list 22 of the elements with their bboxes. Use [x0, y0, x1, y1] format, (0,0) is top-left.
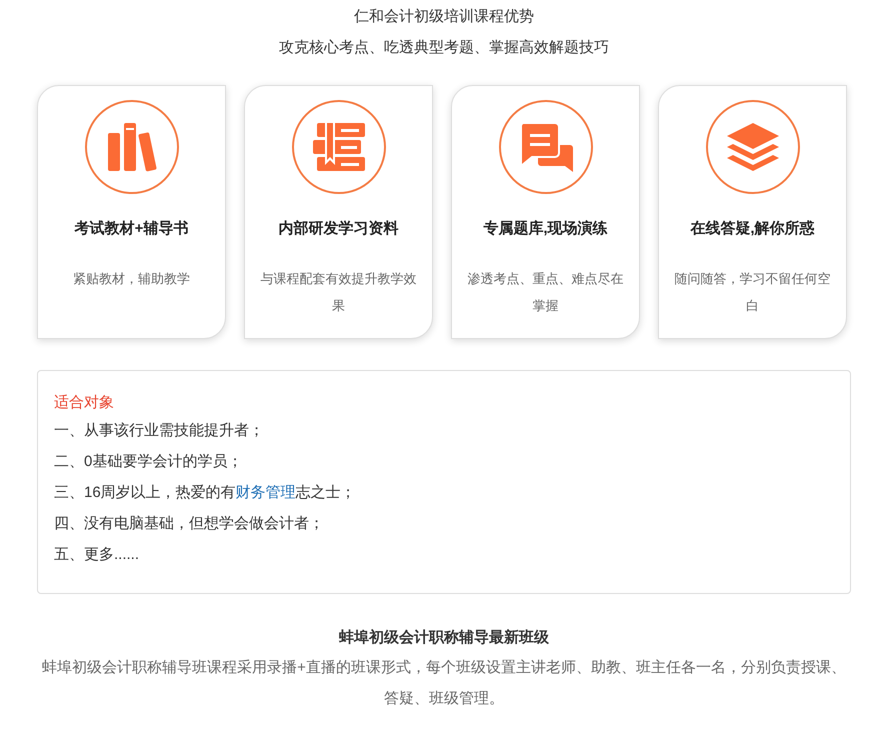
bookmarked-book-icon [310, 121, 366, 173]
card-description: 随问随答，学习不留任何空白 [674, 270, 832, 314]
card-title: 在线答疑,解你所惑 [690, 219, 815, 239]
audience-item: 四、没有电脑基础，但想学会做会计者； [54, 514, 325, 534]
section-title: 仁和会计初级培训课程优势 [354, 7, 534, 27]
books-icon [106, 121, 158, 173]
audience-item: 五、更多...... [54, 545, 140, 565]
classes-description: 蚌埠初级会计职称辅导班课程采用录播+直播的班课形式，每个班级设置主讲老师、助教、班主任各一名，分别负责授课、答疑、班级管理。 [41, 658, 847, 708]
finance-link[interactable]: 财务管理 [236, 484, 296, 501]
audience-item: 一、从事该行业需技能提升者； [54, 421, 265, 441]
card-title: 考试教材+辅导书 [74, 219, 188, 239]
layers-icon [724, 121, 780, 173]
card-description: 紧贴教材，辅助教学 [72, 270, 191, 288]
section-subtitle: 攻克核心考点、吃透典型考题、掌握高效解题技巧 [279, 38, 609, 58]
audience-item: 三、16周岁以上，热爱的有财务管理志之士； [54, 483, 357, 503]
card-title: 内部研发学习资料 [278, 219, 398, 239]
card-title: 专属题库,现场演练 [483, 219, 608, 239]
card-description: 渗透考点、重点、难点尽在掌握 [466, 270, 624, 314]
audience-item: 二、0基础要学会计的学员； [54, 452, 244, 472]
card-description: 与课程配套有效提升教学效果 [260, 270, 418, 314]
audience-heading: 适合对象 [54, 393, 115, 413]
classes-heading: 蚌埠初级会计职称辅导最新班级 [339, 628, 549, 648]
